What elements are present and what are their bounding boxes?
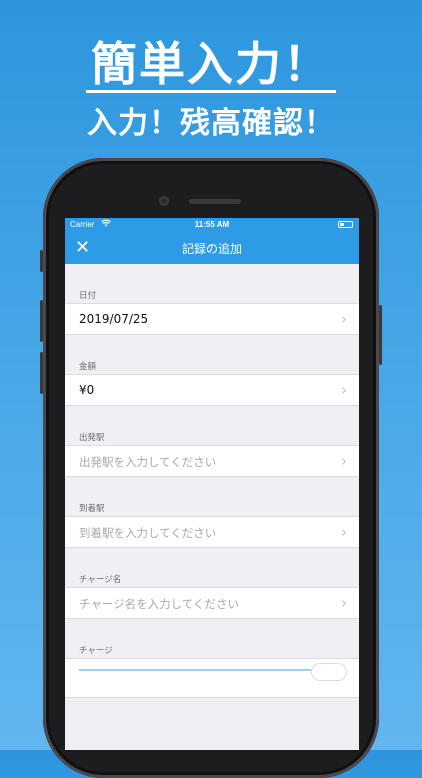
charge-name-row[interactable]: チャージ名を入力してください › (65, 587, 359, 619)
arrival-placeholder: 到着駅を入力してください (79, 526, 217, 540)
amount-row[interactable]: ¥0 › (65, 374, 359, 406)
status-time: 11:55 AM (194, 220, 230, 229)
promo-underline (86, 90, 336, 93)
amount-label: 金額 (79, 362, 97, 372)
charge-row[interactable] (65, 658, 359, 698)
chevron-right-icon: › (341, 452, 347, 470)
chevron-right-icon: › (341, 594, 347, 612)
promo-subheadline: 入力！残高確認！ (87, 106, 335, 141)
app-screen: Carrier 11:55 AM ✕ 記録の追加 日付 2019/07/25 ›… (65, 218, 359, 750)
departure-label: 出発駅 (79, 433, 105, 443)
status-bar: Carrier 11:55 AM (65, 218, 359, 232)
page-title: 記録の追加 (181, 242, 242, 256)
arrival-label: 到着駅 (79, 504, 105, 514)
date-value: 2019/07/25 (79, 312, 149, 326)
charge-name-placeholder: チャージ名を入力してください (79, 597, 239, 611)
amount-value: ¥0 (79, 383, 95, 397)
chevron-right-icon: › (341, 523, 347, 541)
promo-headline: 簡単入力！ (91, 37, 331, 91)
charge-name-label: チャージ名 (79, 575, 122, 585)
chevron-right-icon: › (341, 381, 347, 399)
front-camera (159, 196, 169, 206)
departure-placeholder: 出発駅を入力してください (79, 455, 217, 469)
navigation-bar: ✕ 記録の追加 (65, 232, 359, 264)
battery-icon (338, 221, 353, 228)
date-label: 日付 (79, 291, 97, 301)
volume-up-button (40, 300, 43, 342)
charge-row-divider (79, 669, 339, 671)
charge-toggle[interactable] (311, 663, 347, 681)
mute-switch (40, 250, 43, 272)
earpiece-speaker (189, 199, 241, 204)
date-row[interactable]: 2019/07/25 › (65, 303, 359, 335)
volume-down-button (40, 352, 43, 394)
record-form: 日付 2019/07/25 › 金額 ¥0 › 出発駅 出発駅を入力してください… (65, 264, 359, 698)
power-button (379, 305, 382, 365)
departure-row[interactable]: 出発駅を入力してください › (65, 445, 359, 477)
charge-label: チャージ (79, 646, 113, 656)
chevron-right-icon: › (341, 310, 347, 328)
arrival-row[interactable]: 到着駅を入力してください › (65, 516, 359, 548)
